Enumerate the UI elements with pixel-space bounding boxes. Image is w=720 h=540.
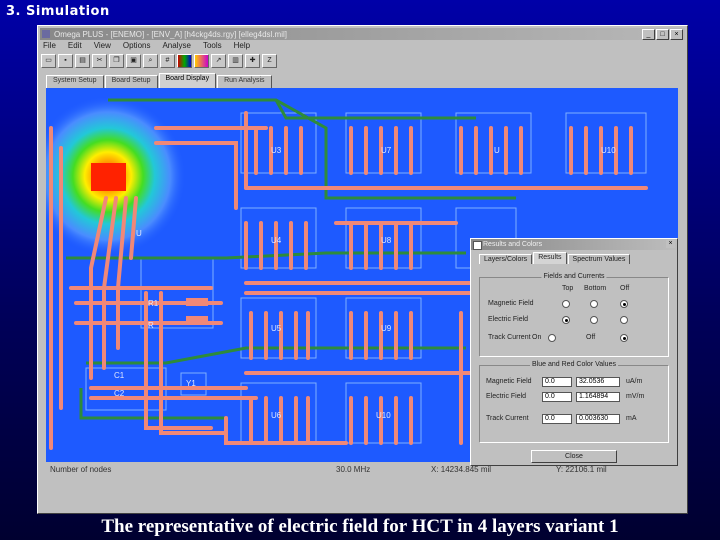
label-u-a: U (494, 146, 500, 155)
label-r: R (148, 321, 154, 330)
colors-icon[interactable] (194, 54, 209, 68)
color-values-group: Blue and Red Color Values Magnetic Field… (479, 361, 669, 443)
label-u10-a: U10 (601, 146, 616, 155)
tab-system-setup[interactable]: System Setup (46, 75, 104, 88)
col-top: Top (562, 285, 574, 292)
maximize-button[interactable]: □ (656, 29, 669, 40)
status-x-coordinate: X: 14234.845 mil (431, 465, 492, 474)
graph-icon[interactable]: ↗ (211, 54, 226, 68)
menu-file[interactable]: File (41, 41, 58, 53)
magnetic-max-field[interactable]: 32.0536 (576, 377, 620, 387)
tab-layers-colors[interactable]: Layers/Colors (479, 254, 533, 264)
label-r1: R1 (148, 299, 159, 308)
label-u6: U6 (271, 411, 282, 420)
close-window-button[interactable]: × (670, 29, 683, 40)
label-u10-b: U10 (376, 411, 391, 420)
tab-spectrum-values[interactable]: Spectrum Values (567, 254, 631, 264)
label-u3: U3 (271, 146, 282, 155)
tab-run-analysis[interactable]: Run Analysis (217, 75, 272, 88)
track-max-field[interactable]: 0.003630 (576, 414, 620, 424)
menu-edit[interactable]: Edit (66, 41, 84, 53)
track-min-field[interactable]: 0.0 (542, 414, 572, 424)
magnetic-top-radio[interactable] (562, 300, 570, 308)
fields-currents-group: Fields and Currents Top Bottom Off Magne… (479, 273, 669, 357)
magnetic-min-field[interactable]: 0.0 (542, 377, 572, 387)
results-colors-dialog: Results and Colors × Layers/Colors Resul… (470, 238, 678, 466)
label-u5: U5 (271, 324, 282, 333)
magnetic-bottom-radio[interactable] (590, 300, 598, 308)
track-off-label: Off (586, 334, 596, 341)
dialog-title: Results and Colors (483, 241, 543, 248)
label-u4: U4 (271, 236, 282, 245)
label-c2: C2 (114, 389, 125, 398)
window-titlebar[interactable]: Omega PLUS - [ENEMO] - [ENV_A] [h4ckg4ds… (40, 28, 685, 40)
status-nodes: Number of nodes (50, 465, 112, 474)
label-u-b: U (136, 229, 142, 238)
menu-view[interactable]: View (92, 41, 113, 53)
electric-max-field[interactable]: 1.164894 (576, 392, 620, 402)
values-group-label: Blue and Red Color Values (530, 361, 618, 368)
label-u7: U7 (381, 146, 392, 155)
track-on-radio[interactable] (548, 334, 556, 342)
magnetic-unit: uA/m (626, 378, 643, 385)
label-c1: C1 (114, 371, 125, 380)
stop-icon[interactable]: Z (262, 54, 277, 68)
dialog-close-icon[interactable]: × (666, 240, 675, 248)
value-electric-label: Electric Field (486, 393, 527, 400)
dialog-tabs: Layers/Colors Results Spectrum Values (479, 252, 677, 264)
chart-icon[interactable]: ▥ (228, 54, 243, 68)
col-bottom: Bottom (584, 285, 607, 292)
electric-top-radio[interactable] (562, 316, 570, 324)
label-y1: Y1 (186, 379, 196, 388)
value-magnetic-label: Magnetic Field (486, 378, 532, 385)
menu-bar: File Edit View Options Analyse Tools Hel… (41, 41, 252, 53)
dialog-icon (473, 241, 482, 250)
label-u9: U9 (381, 324, 392, 333)
track-unit: mA (626, 415, 637, 422)
save-icon[interactable]: ▪ (58, 54, 73, 68)
menu-analyse[interactable]: Analyse (160, 41, 192, 53)
dialog-close-button[interactable]: Close (531, 450, 617, 463)
print-icon[interactable]: ▤ (75, 54, 90, 68)
zoom-icon[interactable]: ⌕ (143, 54, 158, 68)
slide-title: 3. Simulation (6, 4, 110, 19)
tab-results[interactable]: Results (533, 252, 567, 264)
copy-icon[interactable]: ❐ (109, 54, 124, 68)
toolbar: ▭ ▪ ▤ ✂ ❐ ▣ ⌕ # ↗ ▥ ✚ Z (41, 54, 277, 68)
row-track-current: Track Current (488, 334, 531, 341)
app-icon (42, 30, 50, 38)
main-tabs: System Setup Board Setup Board Display R… (46, 73, 273, 88)
paste-icon[interactable]: ▣ (126, 54, 141, 68)
open-icon[interactable]: ▭ (41, 54, 56, 68)
status-frequency: 30.0 MHz (336, 465, 371, 474)
minimize-button[interactable]: _ (642, 29, 655, 40)
dialog-titlebar[interactable]: Results and Colors × (471, 239, 677, 250)
electric-min-field[interactable]: 0.0 (542, 392, 572, 402)
magnetic-off-radio[interactable] (620, 300, 628, 308)
window-title: Omega PLUS - [ENEMO] - [ENV_A] [h4ckg4ds… (54, 29, 287, 39)
col-off: Off (620, 285, 630, 292)
electric-off-radio[interactable] (620, 316, 628, 324)
grid-icon[interactable]: # (160, 54, 175, 68)
label-u8: U8 (381, 236, 392, 245)
cut-icon[interactable]: ✂ (92, 54, 107, 68)
slide-caption: The representative of electric field for… (101, 516, 619, 537)
value-track-label: Track Current (486, 415, 529, 422)
status-y-coordinate: Y: 22106.1 mil (556, 465, 607, 474)
row-electric-field: Electric Field (488, 316, 529, 323)
electric-bottom-radio[interactable] (590, 316, 598, 324)
layers-icon[interactable] (177, 54, 192, 68)
menu-options[interactable]: Options (121, 41, 153, 53)
menu-tools[interactable]: Tools (201, 41, 224, 53)
status-bar: Number of nodes 30.0 MHz X: 14234.845 mi… (46, 465, 678, 477)
menu-help[interactable]: Help (232, 41, 252, 53)
track-off-radio[interactable] (620, 334, 628, 342)
row-magnetic-field: Magnetic Field (488, 300, 534, 307)
electric-unit: mV/m (626, 393, 645, 400)
tab-board-setup[interactable]: Board Setup (104, 75, 158, 88)
run-icon[interactable]: ✚ (245, 54, 260, 68)
track-on-label: On (532, 334, 542, 341)
tab-board-display[interactable]: Board Display (158, 73, 217, 88)
fields-group-label: Fields and Currents (541, 273, 607, 280)
